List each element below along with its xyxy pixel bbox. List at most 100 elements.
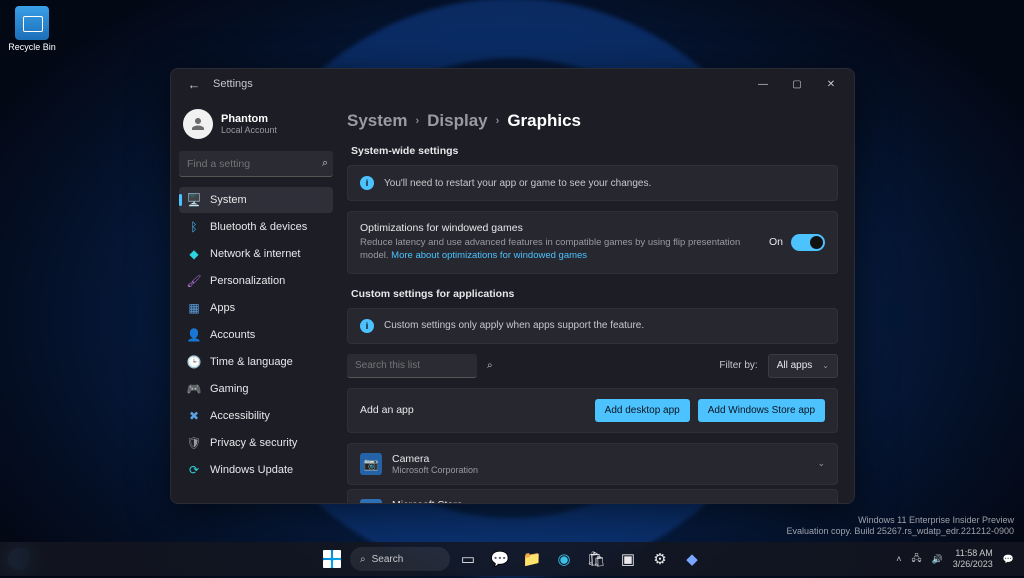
- settings-window: ← Settings ― ▢ ✕ Phantom Local Account ⌕…: [170, 68, 855, 504]
- info-text: Custom settings only apply when apps sup…: [384, 320, 644, 331]
- sidebar-item-update[interactable]: ⟳ Windows Update: [179, 457, 333, 483]
- volume-icon[interactable]: 🔊: [932, 554, 943, 565]
- taskbar: ⌕Search ▭ 💬 📁 ◉ 🛍 ▣ ⚙ ◆ ˄ 🖧 🔊 11:58 AM 3…: [0, 542, 1024, 576]
- sidebar-item-accessibility[interactable]: ✖Accessibility: [179, 403, 333, 429]
- back-button[interactable]: ←: [183, 73, 205, 95]
- search-icon: ⌕: [487, 360, 493, 371]
- search-icon: ⌕: [322, 157, 328, 170]
- start-button[interactable]: [318, 545, 346, 573]
- opt-title: Optimizations for windowed games: [360, 222, 755, 234]
- optimizations-toggle[interactable]: [791, 234, 825, 251]
- edge-button[interactable]: ◉: [550, 545, 578, 573]
- info-card-custom: i Custom settings only apply when apps s…: [347, 308, 838, 344]
- breadcrumb-display[interactable]: Display: [427, 111, 487, 131]
- titlebar: ← Settings ― ▢ ✕: [171, 69, 854, 99]
- info-text: You'll need to restart your app or game …: [384, 178, 651, 189]
- app-button[interactable]: ◆: [678, 545, 706, 573]
- filter-row: ⌕ Filter by: All apps ⌄: [347, 354, 838, 378]
- info-icon: i: [360, 319, 374, 333]
- accessibility-icon: ✖: [187, 409, 201, 423]
- filter-value: All apps: [777, 360, 813, 371]
- add-desktop-app-button[interactable]: Add desktop app: [595, 399, 690, 422]
- chevron-down-icon: ⌄: [822, 361, 829, 370]
- window-title: Settings: [213, 78, 253, 90]
- close-button[interactable]: ✕: [814, 73, 848, 95]
- sidebar-item-system[interactable]: 🖥️System: [179, 187, 333, 213]
- sidebar-item-accounts[interactable]: 👤Accounts: [179, 322, 333, 348]
- recycle-bin-icon: [15, 6, 49, 40]
- sidebar-item-label: Gaming: [210, 383, 249, 395]
- section-title-custom: Custom settings for applications: [351, 288, 838, 300]
- app-search-input[interactable]: [355, 360, 487, 371]
- sidebar-item-label: Windows Update: [210, 464, 293, 476]
- accounts-icon: 👤: [187, 328, 201, 342]
- add-store-app-button[interactable]: Add Windows Store app: [698, 399, 825, 422]
- chevron-down-icon: ⌄: [817, 458, 825, 469]
- chat-button[interactable]: 💬: [486, 545, 514, 573]
- profile[interactable]: Phantom Local Account: [179, 105, 333, 149]
- filter-label: Filter by:: [719, 360, 757, 371]
- clock[interactable]: 11:58 AM 3/26/2023: [953, 548, 993, 570]
- sidebar-item-apps[interactable]: ▦ Apps: [179, 295, 333, 321]
- sidebar-item-personalization[interactable]: 🖌Personalization: [179, 268, 333, 294]
- info-card-restart: i You'll need to restart your app or gam…: [347, 165, 838, 201]
- sidebar-item-label: Network & internet: [210, 248, 300, 260]
- sidebar-item-network[interactable]: ◆Network & internet: [179, 241, 333, 267]
- content-area[interactable]: System › Display › Graphics System-wide …: [341, 99, 854, 503]
- app-row[interactable]: 📷CameraMicrosoft Corporation⌄: [347, 443, 838, 485]
- app-icon: 📷: [360, 453, 382, 475]
- avatar-icon: [183, 109, 213, 139]
- apps-icon: ▦: [187, 301, 201, 315]
- privacy-icon: 🛡: [187, 436, 201, 450]
- opt-desc: Reduce latency and use advanced features…: [360, 236, 755, 263]
- filter-dropdown[interactable]: All apps ⌄: [768, 354, 838, 378]
- sidebar-item-label: Personalization: [210, 275, 285, 287]
- section-title-system: System-wide settings: [351, 145, 838, 157]
- update-icon: ⟳: [187, 463, 201, 477]
- breadcrumb-current: Graphics: [507, 111, 581, 131]
- tray-chevron-icon[interactable]: ˄: [896, 554, 901, 564]
- taskbar-search[interactable]: ⌕Search: [350, 547, 450, 571]
- toggle-state: On: [769, 236, 783, 248]
- profile-sub: Local Account: [221, 125, 277, 135]
- add-app-label: Add an app: [360, 404, 587, 416]
- system-tray[interactable]: ˄ 🖧 🔊 11:58 AM 3/26/2023 💬: [896, 548, 1014, 570]
- explorer-button[interactable]: 📁: [518, 545, 546, 573]
- minimize-button[interactable]: ―: [746, 73, 780, 95]
- recycle-bin-label: Recycle Bin: [6, 42, 58, 52]
- breadcrumb: System › Display › Graphics: [347, 111, 838, 131]
- profile-name: Phantom: [221, 113, 277, 125]
- bluetooth-icon: ᛒ: [187, 220, 201, 234]
- opt-link[interactable]: More about optimizations for windowed ga…: [391, 250, 587, 261]
- maximize-button[interactable]: ▢: [780, 73, 814, 95]
- app-row[interactable]: ▣Microsoft StoreMicrosoft Corporation⌄: [347, 489, 838, 503]
- app-publisher: Microsoft Corporation: [392, 465, 807, 475]
- sidebar-search[interactable]: ⌕: [179, 151, 333, 177]
- notifications-icon[interactable]: 💬: [1003, 554, 1014, 565]
- app-search[interactable]: ⌕: [347, 354, 477, 378]
- search-icon: ⌕: [360, 554, 366, 565]
- app-list: 📷CameraMicrosoft Corporation⌄▣Microsoft …: [347, 443, 838, 503]
- sidebar-item-gaming[interactable]: 🎮Gaming: [179, 376, 333, 402]
- add-app-row: Add an app Add desktop app Add Windows S…: [347, 388, 838, 433]
- sidebar-item-label: Bluetooth & devices: [210, 221, 307, 233]
- system-icon: 🖥️: [187, 193, 201, 207]
- info-icon: i: [360, 176, 374, 190]
- settings-button[interactable]: ⚙: [646, 545, 674, 573]
- store-button[interactable]: 🛍: [582, 545, 610, 573]
- sidebar-item-label: Apps: [210, 302, 235, 314]
- chevron-right-icon: ›: [415, 115, 419, 127]
- chevron-right-icon: ›: [496, 115, 500, 127]
- sidebar-item-time[interactable]: 🕒Time & language: [179, 349, 333, 375]
- sidebar-item-bluetooth[interactable]: ᛒ Bluetooth & devices: [179, 214, 333, 240]
- sidebar-item-label: Time & language: [210, 356, 293, 368]
- sidebar-item-privacy[interactable]: 🛡 Privacy & security: [179, 430, 333, 456]
- terminal-button[interactable]: ▣: [614, 545, 642, 573]
- desktop-recycle-bin[interactable]: Recycle Bin: [6, 6, 58, 52]
- task-view-button[interactable]: ▭: [454, 545, 482, 573]
- nav-list: 🖥️System ᛒ Bluetooth & devices ◆Network & i…: [179, 187, 333, 483]
- sidebar-search-input[interactable]: [187, 158, 322, 170]
- sidebar-item-label: Privacy & security: [210, 437, 297, 449]
- breadcrumb-system[interactable]: System: [347, 111, 407, 131]
- network-icon[interactable]: 🖧: [911, 551, 921, 567]
